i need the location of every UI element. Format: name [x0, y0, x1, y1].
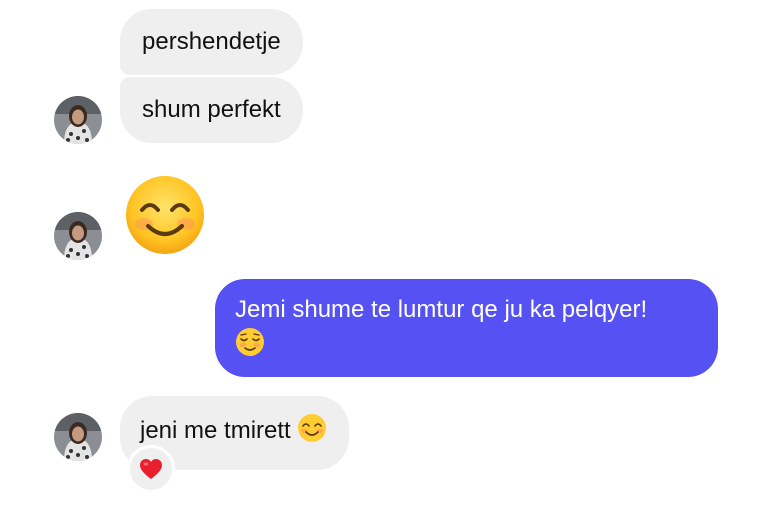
message-bubble-incoming[interactable]: shum perfekt [120, 77, 303, 143]
message-text: Jemi shume te lumtur qe ju ka pelqyer! [235, 296, 648, 323]
smiling-face-emoji-icon[interactable] [124, 174, 206, 256]
message-bubble-incoming[interactable]: pershendetje [120, 9, 303, 75]
message-text: shum perfekt [142, 96, 281, 123]
smiling-face-emoji-icon [297, 413, 327, 451]
message-bubble-outgoing[interactable]: Jemi shume te lumtur qe ju ka pelqyer! [215, 279, 718, 377]
message-text: pershendetje [142, 28, 281, 55]
relieved-face-emoji-icon [235, 327, 265, 367]
heart-reaction-icon[interactable] [127, 445, 175, 493]
avatar[interactable] [54, 96, 102, 144]
avatar[interactable] [54, 413, 102, 461]
avatar[interactable] [54, 212, 102, 260]
message-text: jeni me tmirett [140, 417, 291, 444]
